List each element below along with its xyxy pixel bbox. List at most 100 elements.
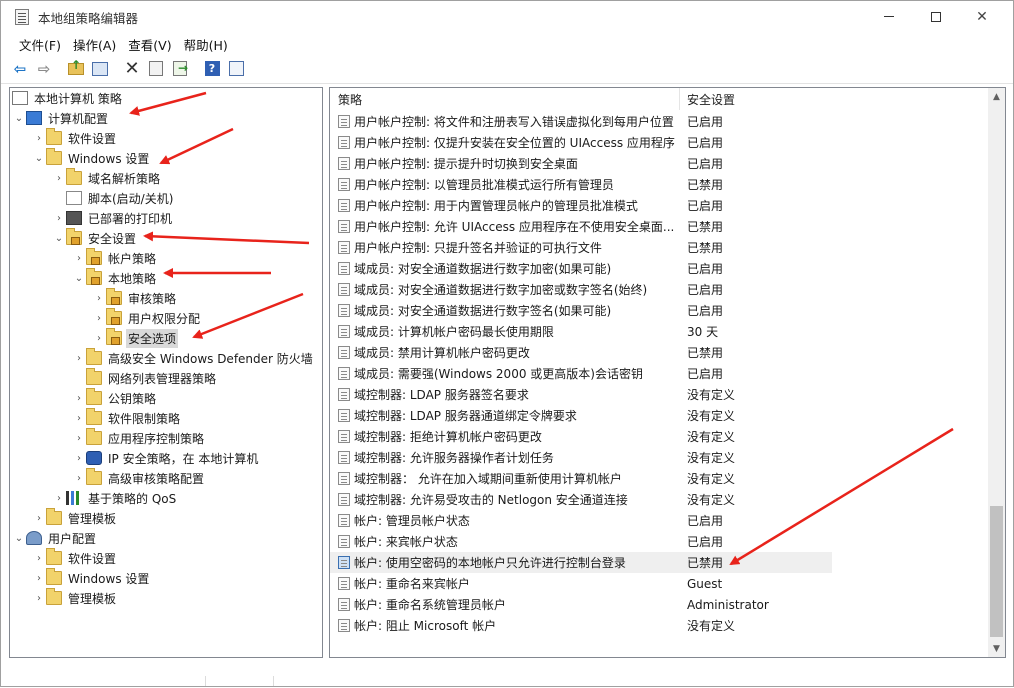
tree-node-ipsec[interactable]: › IP 安全策略，在 本地计算机 [72,448,260,468]
column-header-policy[interactable]: ^ 策略 [330,88,680,110]
scroll-up-icon[interactable]: ▲ [988,88,1005,105]
policy-row[interactable]: 用户帐户控制: 用于内置管理员帐户的管理员批准模式 已启用 [330,195,988,216]
expand-toggle-icon[interactable]: › [72,388,86,408]
menu-view[interactable]: 查看(V) [122,32,177,54]
policy-row[interactable]: 域控制器: 拒绝计算机帐户密码更改 没有定义 [330,426,988,447]
expand-toggle-icon[interactable]: ⌄ [52,228,66,248]
expand-toggle-icon[interactable]: › [92,308,106,328]
show-hide-tree-button[interactable] [89,58,111,80]
tree-node-admin-templates-computer[interactable]: › 管理模板 [32,508,118,528]
expand-toggle-icon[interactable]: ⌄ [32,148,46,168]
help-button[interactable]: ? [201,58,223,80]
column-header-setting[interactable]: 安全设置 [681,88,831,110]
tree-node-security-settings[interactable]: ⌄ 安全设置 [52,228,138,248]
expand-toggle-icon[interactable]: › [72,448,86,468]
expand-toggle-icon[interactable]: › [32,588,46,608]
tree-node-user-software[interactable]: › 软件设置 [32,548,118,568]
tree-node-qos[interactable]: › 基于策略的 QoS [52,488,178,508]
expand-toggle-icon[interactable]: › [72,408,86,428]
tree-node-windows-settings[interactable]: ⌄ Windows 设置 [32,148,151,168]
expand-toggle-icon[interactable]: › [32,548,46,568]
policy-row[interactable]: 域控制器: 允许服务器操作者计划任务 没有定义 [330,447,988,468]
policy-row[interactable]: 帐户: 使用空密码的本地帐户只允许进行控制台登录 已禁用 [330,552,832,573]
tree-node-user-config[interactable]: ⌄ 用户配置 [12,528,98,548]
tree-node-firewall[interactable]: › 高级安全 Windows Defender 防火墙 [72,348,315,368]
close-button[interactable]: ✕ [959,1,1005,32]
policy-name: 域控制器: 拒绝计算机帐户密码更改 [354,430,542,444]
expand-toggle-icon[interactable]: › [52,488,66,508]
menu-action[interactable]: 操作(A) [67,32,122,54]
policy-row[interactable]: 域成员: 对安全通道数据进行数字加密或数字签名(始终) 已启用 [330,279,988,300]
expand-toggle-icon[interactable]: ⌄ [72,268,86,288]
tree-node-audit-policy[interactable]: › 审核策略 [92,288,178,308]
expand-toggle-icon[interactable]: ⌄ [12,528,26,548]
expand-toggle-icon[interactable]: › [32,508,46,528]
expand-toggle-icon[interactable]: › [92,288,106,308]
expand-toggle-icon[interactable]: › [72,468,86,488]
tree-node-user-admin-templates[interactable]: › 管理模板 [32,588,118,608]
expand-toggle-icon[interactable]: › [52,208,66,228]
tree-node-account-policies[interactable]: › 帐户策略 [72,248,158,268]
policy-row[interactable]: 帐户: 阻止 Microsoft 帐户 没有定义 [330,615,988,636]
scrollbar-thumb[interactable] [990,506,1003,637]
policy-row[interactable]: 域成员: 对安全通道数据进行数字加密(如果可能) 已启用 [330,258,988,279]
policy-row[interactable]: 用户帐户控制: 允许 UIAccess 应用程序在不使用安全桌面... 已禁用 [330,216,988,237]
policy-row[interactable]: 用户帐户控制: 以管理员批准模式运行所有管理员 已禁用 [330,174,988,195]
policy-row[interactable]: 域控制器: LDAP 服务器通道绑定令牌要求 没有定义 [330,405,988,426]
back-button[interactable]: ⇦ [9,58,31,80]
policy-row[interactable]: 用户帐户控制: 只提升签名并验证的可执行文件 已禁用 [330,237,988,258]
policy-row[interactable]: 帐户: 重命名来宾帐户 Guest [330,573,988,594]
policy-row[interactable]: 域成员: 需要强(Windows 2000 或更高版本)会话密钥 已启用 [330,363,988,384]
policy-row[interactable]: 帐户: 来宾帐户状态 已启用 [330,531,988,552]
expand-toggle-icon[interactable]: › [52,168,66,188]
view-button[interactable] [225,58,247,80]
tree-node-app-control[interactable]: › 应用程序控制策略 [72,428,206,448]
policy-row[interactable]: 域成员: 计算机帐户密码最长使用期限 30 天 [330,321,988,342]
policy-list[interactable]: ^ 策略 安全设置 用户帐户控制: 将文件和注册表写入错误虚拟化到每用户位置 已启… [329,87,1006,658]
tree-node-local-policies[interactable]: ⌄ 本地策略 [72,268,158,288]
menu-help[interactable]: 帮助(H) [178,32,234,54]
tree-node-network-list[interactable]: 网络列表管理器策略 [72,368,218,388]
policy-row[interactable]: 域控制器： 允许在加入域期间重新使用计算机帐户 没有定义 [330,468,988,489]
policy-row[interactable]: 域控制器: LDAP 服务器签名要求 没有定义 [330,384,988,405]
console-tree[interactable]: 本地计算机 策略 ⌄ 计算机配置 › 软件设置 ⌄ Windows 设置 › 域… [9,87,323,658]
menu-file[interactable]: 文件(F) [13,32,67,54]
tree-node-root[interactable]: 本地计算机 策略 [12,88,124,108]
properties-button[interactable] [145,58,167,80]
policy-row[interactable]: 域成员: 对安全通道数据进行数字签名(如果可能) 已启用 [330,300,988,321]
policy-row[interactable]: 帐户: 重命名系统管理员帐户 Administrator [330,594,988,615]
up-level-button[interactable] [65,58,87,80]
tree-node-software-settings[interactable]: › 软件设置 [32,128,118,148]
tree-node-name-resolution[interactable]: › 域名解析策略 [52,168,162,188]
expand-toggle-icon[interactable]: › [92,328,106,348]
tree-node-security-options[interactable]: › 安全选项 [92,328,179,348]
tree-node-software-restriction[interactable]: › 软件限制策略 [72,408,182,428]
expand-toggle-icon[interactable]: › [72,248,86,268]
expand-toggle-icon[interactable]: › [72,428,86,448]
policy-row[interactable]: 用户帐户控制: 仅提升安装在安全位置的 UIAccess 应用程序 已启用 [330,132,988,153]
tree-node-computer-config[interactable]: ⌄ 计算机配置 [12,108,110,128]
tree-node-public-key[interactable]: › 公钥策略 [72,388,158,408]
tree-node-printers[interactable]: › 已部署的打印机 [52,208,174,228]
vertical-scrollbar[interactable]: ▲ ▼ [988,88,1005,657]
expand-toggle-icon[interactable]: › [32,568,46,588]
tree-node-advanced-audit[interactable]: › 高级审核策略配置 [72,468,206,488]
policy-row[interactable]: 用户帐户控制: 将文件和注册表写入错误虚拟化到每用户位置 已启用 [330,111,988,132]
policy-row[interactable]: 域控制器: 允许易受攻击的 Netlogon 安全通道连接 没有定义 [330,489,988,510]
delete-button[interactable]: ✕ [121,58,143,80]
tree-node-scripts[interactable]: 脚本(启动/关机) [52,188,175,208]
policy-name: 域成员: 计算机帐户密码最长使用期限 [354,325,554,339]
scroll-down-icon[interactable]: ▼ [988,640,1005,657]
expand-toggle-icon[interactable]: ⌄ [12,108,26,128]
policy-row[interactable]: 用户帐户控制: 提示提升时切换到安全桌面 已启用 [330,153,988,174]
policy-row[interactable]: 域成员: 禁用计算机帐户密码更改 已禁用 [330,342,988,363]
maximize-button[interactable] [913,1,959,32]
minimize-button[interactable] [866,1,912,32]
tree-node-user-windows[interactable]: › Windows 设置 [32,568,151,588]
tree-node-user-rights[interactable]: › 用户权限分配 [92,308,202,328]
forward-button[interactable]: ⇨ [33,58,55,80]
expand-toggle-icon[interactable]: › [32,128,46,148]
export-list-button[interactable] [169,58,191,80]
policy-row[interactable]: 帐户: 管理员帐户状态 已启用 [330,510,988,531]
expand-toggle-icon[interactable]: › [72,348,86,368]
